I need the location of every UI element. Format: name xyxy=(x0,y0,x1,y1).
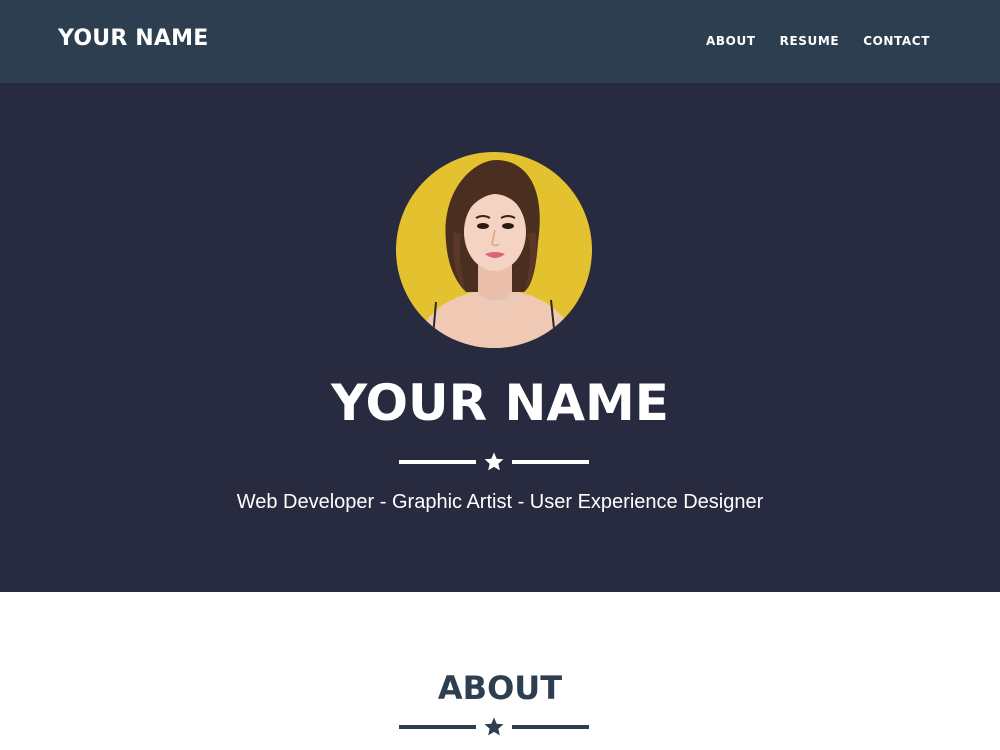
profile-photo xyxy=(396,152,592,348)
brand-link[interactable]: YOUR NAME xyxy=(58,26,208,51)
hero-divider xyxy=(399,451,589,473)
about-title: ABOUT xyxy=(437,669,563,707)
main-nav: ABOUT RESUME CONTACT xyxy=(706,34,930,48)
divider-line-right xyxy=(512,725,589,729)
nav-link-contact[interactable]: CONTACT xyxy=(863,34,930,48)
star-icon xyxy=(484,452,504,471)
profile-avatar xyxy=(396,152,592,348)
star-icon xyxy=(484,717,504,736)
hero-tagline: Web Developer - Graphic Artist - User Ex… xyxy=(236,491,764,513)
divider-line-right xyxy=(512,460,589,464)
about-divider xyxy=(399,716,589,738)
hero-section: YOUR NAME Web Developer - Graphic Artist… xyxy=(0,83,1000,592)
navbar: YOUR NAME ABOUT RESUME CONTACT xyxy=(0,0,1000,83)
divider-line-left xyxy=(399,460,476,464)
about-section: ABOUT xyxy=(0,592,1000,750)
hero-title: YOUR NAME xyxy=(331,374,669,432)
nav-link-resume[interactable]: RESUME xyxy=(780,34,840,48)
divider-line-left xyxy=(399,725,476,729)
nav-link-about[interactable]: ABOUT xyxy=(706,34,756,48)
